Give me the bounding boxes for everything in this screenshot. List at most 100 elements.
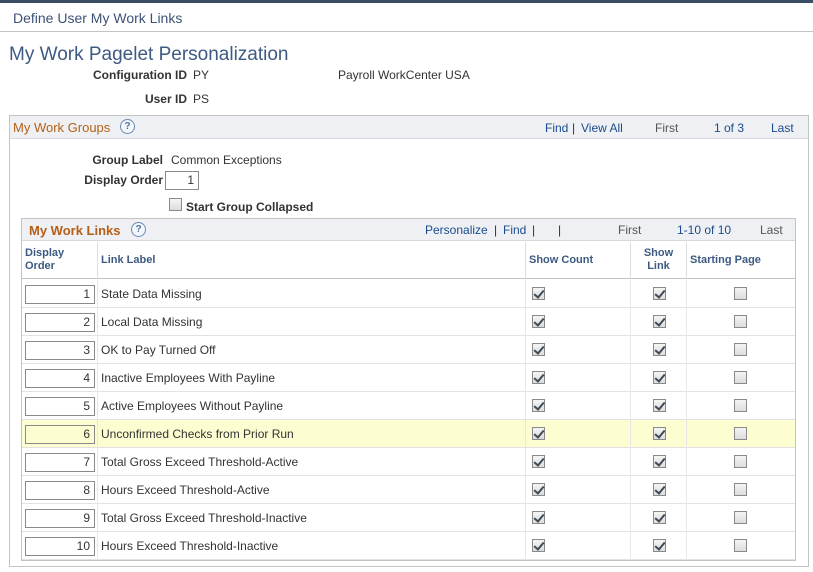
link-label: Total Gross Exceed Threshold-Inactive	[101, 511, 307, 525]
starting-page-checkbox[interactable]	[734, 483, 747, 496]
col-starting-page[interactable]: Starting Page	[687, 242, 795, 279]
groups-find-link[interactable]: Find	[545, 121, 568, 135]
user-id-value: PS	[193, 92, 210, 106]
starting-page-checkbox[interactable]	[734, 343, 747, 356]
show-link-checkbox[interactable]	[653, 427, 666, 440]
display-order-input[interactable]: 2	[25, 313, 95, 332]
links-range: 1-10 of 10	[677, 223, 732, 237]
col-display-order[interactable]: Display Order	[22, 242, 98, 279]
display-order-input[interactable]: 7	[25, 453, 95, 472]
link-label: Unconfirmed Checks from Prior Run	[101, 427, 294, 441]
group-label-value: Common Exceptions	[171, 153, 282, 167]
display-order-input[interactable]: 9	[25, 509, 95, 528]
show-count-checkbox[interactable]	[532, 455, 545, 468]
separator: |	[558, 223, 562, 237]
config-description: Payroll WorkCenter USA	[338, 68, 470, 82]
groups-position: 1 of 3	[714, 121, 745, 135]
link-label: State Data Missing	[101, 287, 202, 301]
my-work-links-header: My Work Links ? Personalize | Find | | F…	[22, 219, 795, 241]
display-order-input[interactable]: 4	[25, 369, 95, 388]
links-find-link[interactable]: Find	[503, 223, 526, 237]
my-work-links-title: My Work Links	[29, 223, 121, 238]
my-work-groups-header: My Work Groups ? Find | View All First 1…	[10, 116, 808, 139]
show-link-checkbox[interactable]	[653, 483, 666, 496]
start-group-collapsed-checkbox[interactable]	[169, 198, 182, 211]
show-count-checkbox[interactable]	[532, 483, 545, 496]
table-row: 2 Local Data Missing	[22, 308, 795, 336]
groups-first-label: First	[655, 121, 679, 135]
separator: |	[572, 121, 576, 135]
display-order-label: Display Order	[84, 173, 163, 187]
table-row: 5 Active Employees Without Payline	[22, 392, 795, 420]
display-order-input[interactable]: 1	[25, 285, 95, 304]
table-row: 1 State Data Missing	[22, 280, 795, 308]
show-link-checkbox[interactable]	[653, 539, 666, 552]
link-label: Total Gross Exceed Threshold-Active	[101, 455, 299, 469]
links-first-label: First	[618, 223, 642, 237]
my-work-links-grid: My Work Links ? Personalize | Find | | F…	[21, 218, 796, 561]
starting-page-checkbox[interactable]	[734, 539, 747, 552]
table-row: 3 OK to Pay Turned Off	[22, 336, 795, 364]
show-count-checkbox[interactable]	[532, 511, 545, 524]
starting-page-checkbox[interactable]	[734, 315, 747, 328]
show-count-checkbox[interactable]	[532, 539, 545, 552]
window-header: Define User My Work Links	[0, 3, 813, 32]
show-count-checkbox[interactable]	[532, 287, 545, 300]
groups-last-link[interactable]: Last	[771, 121, 794, 135]
display-order-input[interactable]: 5	[25, 397, 95, 416]
separator: |	[532, 223, 536, 237]
table-row: 10 Hours Exceed Threshold-Inactive	[22, 532, 795, 560]
link-label: OK to Pay Turned Off	[101, 343, 216, 357]
display-order-input[interactable]: 8	[25, 481, 95, 500]
show-link-checkbox[interactable]	[653, 315, 666, 328]
col-show-count[interactable]: Show Count	[526, 242, 631, 279]
link-label: Active Employees Without Payline	[101, 399, 284, 413]
personalize-link[interactable]: Personalize	[425, 223, 488, 237]
display-order-input[interactable]: 10	[25, 537, 95, 556]
show-count-checkbox[interactable]	[532, 315, 545, 328]
show-link-checkbox[interactable]	[653, 399, 666, 412]
table-row: 4 Inactive Employees With Payline	[22, 364, 795, 392]
groups-view-all-link[interactable]: View All	[581, 121, 623, 135]
separator: |	[494, 223, 498, 237]
starting-page-checkbox[interactable]	[734, 427, 747, 440]
link-label: Local Data Missing	[101, 315, 203, 329]
table-row: 8 Hours Exceed Threshold-Active	[22, 476, 795, 504]
starting-page-checkbox[interactable]	[734, 287, 747, 300]
group-label-label: Group Label	[92, 153, 163, 167]
show-link-checkbox[interactable]	[653, 455, 666, 468]
show-link-checkbox[interactable]	[653, 371, 666, 384]
starting-page-checkbox[interactable]	[734, 455, 747, 468]
show-link-checkbox[interactable]	[653, 287, 666, 300]
links-last-label: Last	[760, 223, 783, 237]
starting-page-checkbox[interactable]	[734, 371, 747, 384]
config-id-label: Configuration ID	[93, 68, 187, 82]
show-link-checkbox[interactable]	[653, 511, 666, 524]
page-title: My Work Pagelet Personalization	[9, 44, 289, 65]
start-group-collapsed-label: Start Group Collapsed	[186, 200, 314, 214]
link-label: Hours Exceed Threshold-Active	[101, 483, 270, 497]
col-show-link[interactable]: Show Link	[631, 242, 687, 279]
help-icon[interactable]: ?	[120, 119, 135, 134]
show-link-checkbox[interactable]	[653, 343, 666, 356]
starting-page-checkbox[interactable]	[734, 511, 747, 524]
config-id-value: PY	[193, 68, 210, 82]
my-work-groups-box: My Work Groups ? Find | View All First 1…	[9, 115, 809, 567]
show-count-checkbox[interactable]	[532, 371, 545, 384]
show-count-checkbox[interactable]	[532, 399, 545, 412]
link-label: Inactive Employees With Payline	[101, 371, 276, 385]
display-order-input[interactable]: 1	[165, 171, 199, 190]
show-count-checkbox[interactable]	[532, 343, 545, 356]
display-order-input[interactable]: 3	[25, 341, 95, 360]
link-label: Hours Exceed Threshold-Inactive	[101, 539, 279, 553]
starting-page-checkbox[interactable]	[734, 399, 747, 412]
show-count-checkbox[interactable]	[532, 427, 545, 440]
table-row: 7 Total Gross Exceed Threshold-Active	[22, 448, 795, 476]
user-id-label: User ID	[144, 92, 187, 106]
header-title: Define User My Work Links	[13, 10, 183, 26]
help-icon[interactable]: ?	[131, 222, 146, 237]
my-work-groups-title: My Work Groups	[13, 120, 111, 135]
display-order-input[interactable]: 6	[25, 425, 95, 444]
col-link-label[interactable]: Link Label	[98, 242, 526, 279]
table-row: 9 Total Gross Exceed Threshold-Inactive	[22, 504, 795, 532]
